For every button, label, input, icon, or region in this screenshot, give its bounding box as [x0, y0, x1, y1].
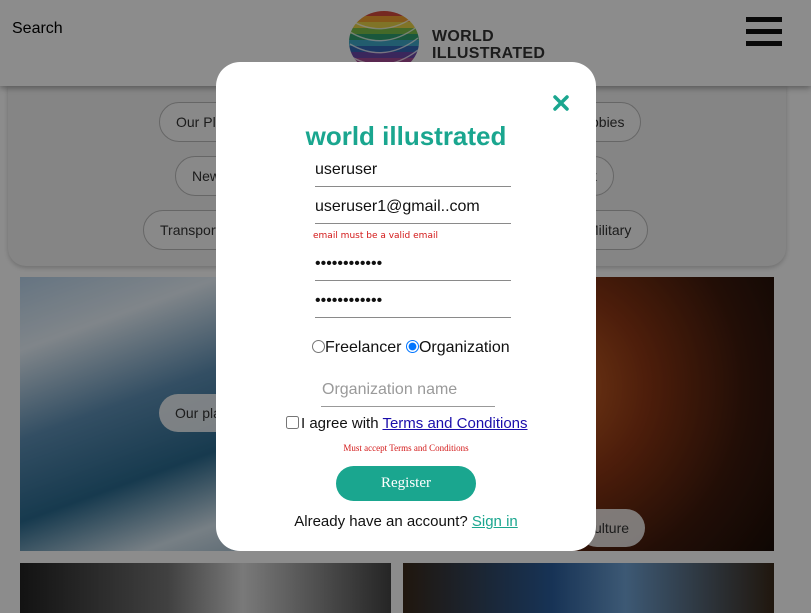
organization-name-input[interactable] — [321, 373, 495, 407]
terms-error-text: Must accept Terms and Conditions — [343, 443, 469, 453]
terms-agreement-row: I agree with Terms and Conditions — [286, 415, 546, 437]
organization-label: Organization — [418, 339, 510, 356]
register-button[interactable]: Register — [336, 466, 476, 501]
signin-link[interactable]: Sign in — [472, 513, 518, 530]
modal-title: world illustrated — [305, 121, 507, 151]
email-error-text: email must be a valid email — [313, 231, 438, 241]
confirm-password-input[interactable] — [315, 284, 511, 318]
freelancer-label: Freelancer — [325, 339, 402, 356]
account-type-group: Freelancer Organization — [312, 339, 552, 361]
close-icon[interactable] — [551, 93, 571, 113]
terms-link[interactable]: Terms and Conditions — [382, 415, 527, 432]
terms-checkbox[interactable] — [286, 416, 299, 429]
username-input[interactable] — [315, 153, 511, 187]
register-modal: world illustrated email must be a valid … — [216, 62, 596, 551]
agree-text: I agree with — [301, 415, 383, 432]
signin-row: Already have an account? Sign in — [216, 513, 596, 530]
email-input[interactable] — [315, 190, 511, 224]
signin-prompt: Already have an account? — [294, 513, 472, 530]
password-input[interactable] — [315, 247, 511, 281]
freelancer-radio[interactable] — [312, 340, 325, 353]
organization-radio[interactable] — [405, 340, 419, 353]
